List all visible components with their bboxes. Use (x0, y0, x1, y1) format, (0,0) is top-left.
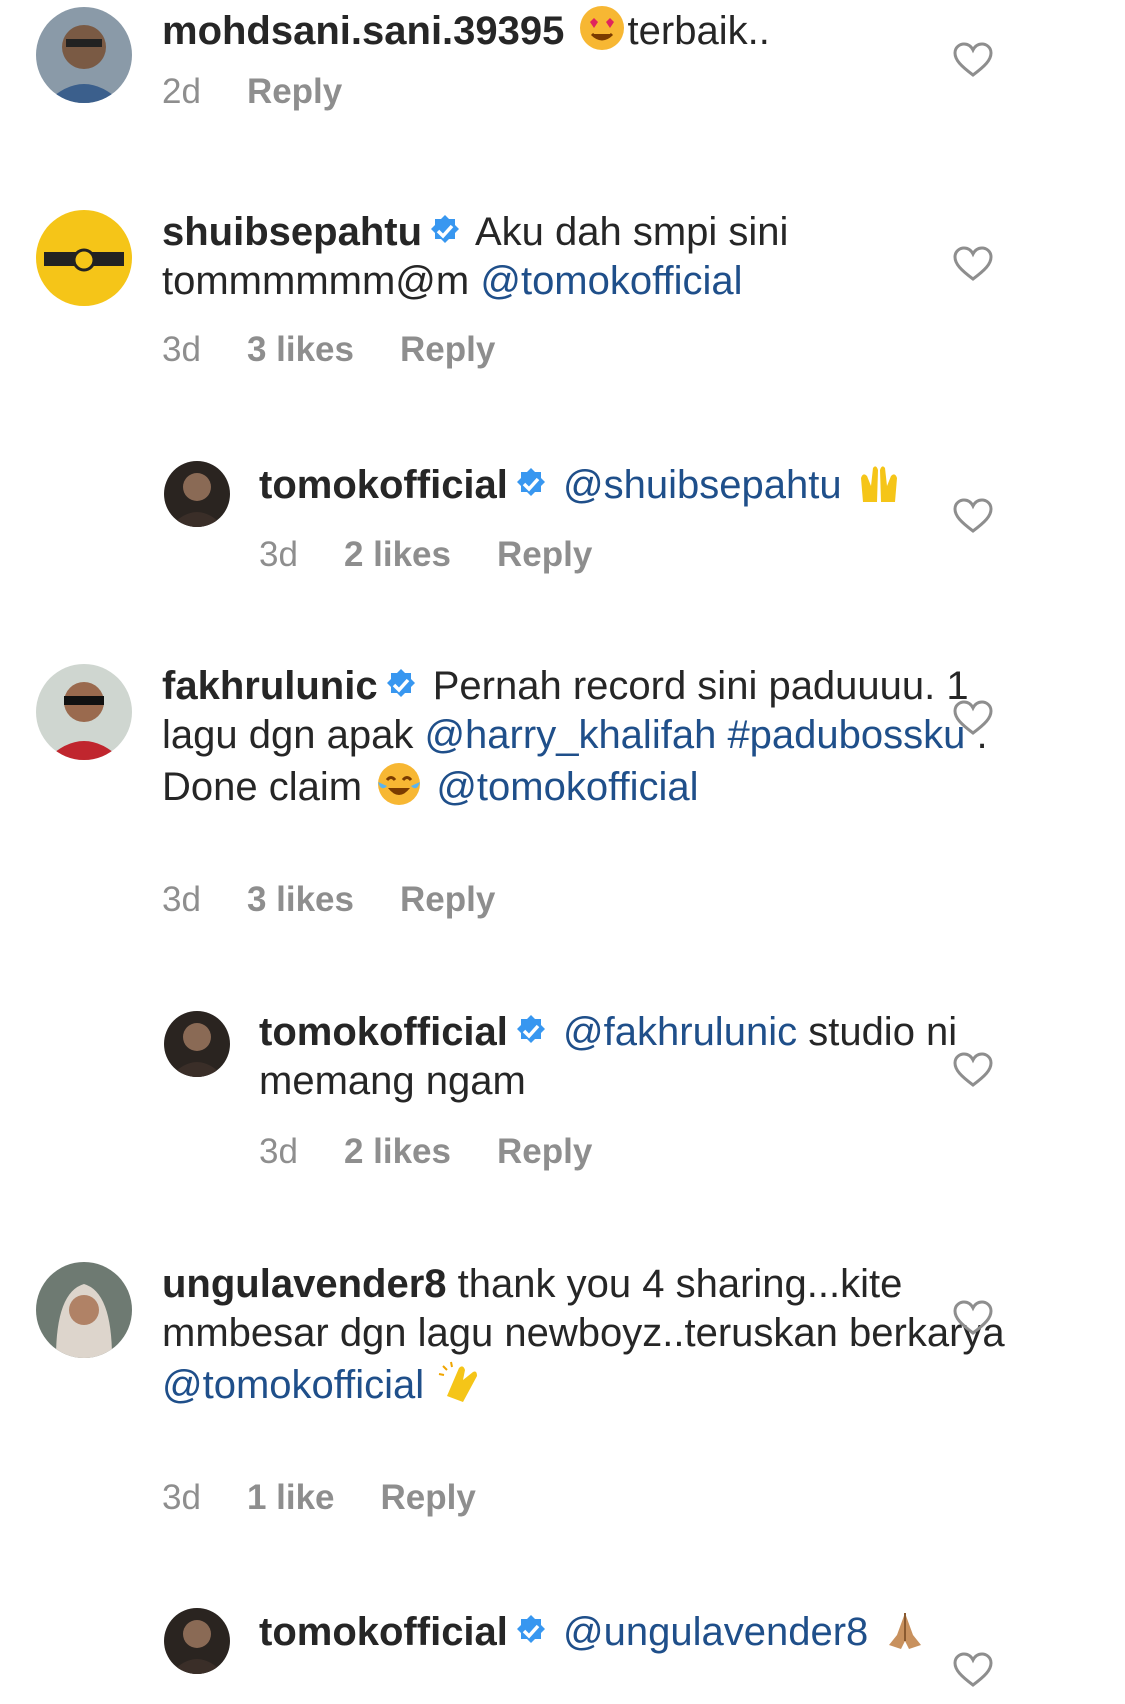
timestamp: 3d (162, 880, 201, 919)
timestamp: 3d (259, 535, 298, 574)
like-heart-icon[interactable] (953, 700, 993, 736)
like-heart-icon[interactable] (953, 1300, 993, 1336)
username[interactable]: tomokofficial (259, 463, 508, 507)
avatar[interactable] (164, 461, 230, 527)
avatar[interactable] (36, 664, 132, 760)
comment-meta: 2d Reply (162, 72, 388, 112)
username[interactable]: fakhrulunic (162, 664, 378, 708)
comment-text: ungulavender8 thank you 4 sharing...kite… (162, 1260, 1022, 1410)
comment-text: fakhrulunic Pernah record sini paduuuu. … (162, 662, 1022, 812)
tears-of-joy-icon (375, 760, 423, 808)
comment-body: terbaik.. (627, 9, 770, 53)
mention-link[interactable]: @tomokofficial (436, 765, 698, 809)
username[interactable]: tomokofficial (259, 1610, 508, 1654)
avatar[interactable] (36, 210, 132, 306)
verified-badge-icon (428, 211, 462, 245)
comment-text: shuibsepahtu Aku dah smpi sini tommmmmm@… (162, 208, 1022, 306)
comment-text: tomokofficial @shuibsepahtu (259, 458, 1019, 510)
username[interactable]: tomokofficial (259, 1010, 508, 1054)
comment-text: tomokofficial @ungulavender8 (259, 1605, 1019, 1657)
verified-badge-icon (514, 1611, 548, 1645)
reply-button[interactable]: Reply (497, 1132, 592, 1171)
mention-link[interactable]: @harry_khalifah (424, 713, 716, 757)
timestamp: 3d (259, 1132, 298, 1171)
like-heart-icon[interactable] (953, 246, 993, 282)
timestamp: 2d (162, 72, 201, 111)
likes-count[interactable]: 2 likes (344, 535, 451, 574)
clapping-hands-icon (437, 1358, 485, 1406)
hashtag-link[interactable]: #padubossku (727, 713, 965, 757)
likes-count[interactable]: 1 like (247, 1478, 335, 1517)
folded-hands-icon (881, 1605, 929, 1653)
username[interactable]: mohdsani.sani.39395 (162, 9, 564, 53)
likes-count[interactable]: 3 likes (247, 880, 354, 919)
comment-meta: 3d 3 likes Reply (162, 330, 541, 370)
reply-button[interactable]: Reply (400, 880, 495, 919)
avatar[interactable] (36, 1262, 132, 1358)
reply-button[interactable]: Reply (400, 330, 495, 369)
comment-meta: 3d 3 likes Reply (162, 880, 541, 920)
mention-link[interactable]: @tomokofficial (480, 259, 742, 303)
verified-badge-icon (514, 1011, 548, 1045)
verified-badge-icon (384, 665, 418, 699)
likes-count[interactable]: 2 likes (344, 1132, 451, 1171)
reply-button[interactable]: Reply (381, 1478, 476, 1517)
timestamp: 3d (162, 330, 201, 369)
reply-button[interactable]: Reply (497, 535, 592, 574)
like-heart-icon[interactable] (953, 1652, 993, 1688)
avatar[interactable] (164, 1608, 230, 1674)
reply-button[interactable]: Reply (247, 72, 342, 111)
like-heart-icon[interactable] (953, 498, 993, 534)
like-heart-icon[interactable] (953, 42, 993, 78)
heart-eyes-icon (578, 4, 626, 52)
timestamp: 3d (162, 1478, 201, 1517)
verified-badge-icon (514, 464, 548, 498)
avatar[interactable] (36, 7, 132, 103)
mention-link[interactable]: @fakhrulunic (563, 1010, 797, 1054)
mention-link[interactable]: @tomokofficial (162, 1363, 424, 1407)
username[interactable]: shuibsepahtu (162, 210, 422, 254)
comment-meta: 3d 2 likes Reply (259, 1132, 638, 1172)
mention-link[interactable]: @ungulavender8 (563, 1610, 868, 1654)
username[interactable]: ungulavender8 (162, 1262, 447, 1306)
comment-text: tomokofficial @fakhrulunic studio ni mem… (259, 1008, 1019, 1106)
mention-link[interactable]: @shuibsepahtu (563, 463, 842, 507)
like-heart-icon[interactable] (953, 1052, 993, 1088)
likes-count[interactable]: 3 likes (247, 330, 354, 369)
raising-hands-icon (855, 458, 903, 506)
comment-meta: 3d 2 likes Reply (259, 535, 638, 575)
comment-meta: 3d 1 like Reply (162, 1478, 522, 1518)
avatar[interactable] (164, 1011, 230, 1077)
comment-text: mohdsani.sani.39395 terbaik.. (162, 4, 1022, 56)
